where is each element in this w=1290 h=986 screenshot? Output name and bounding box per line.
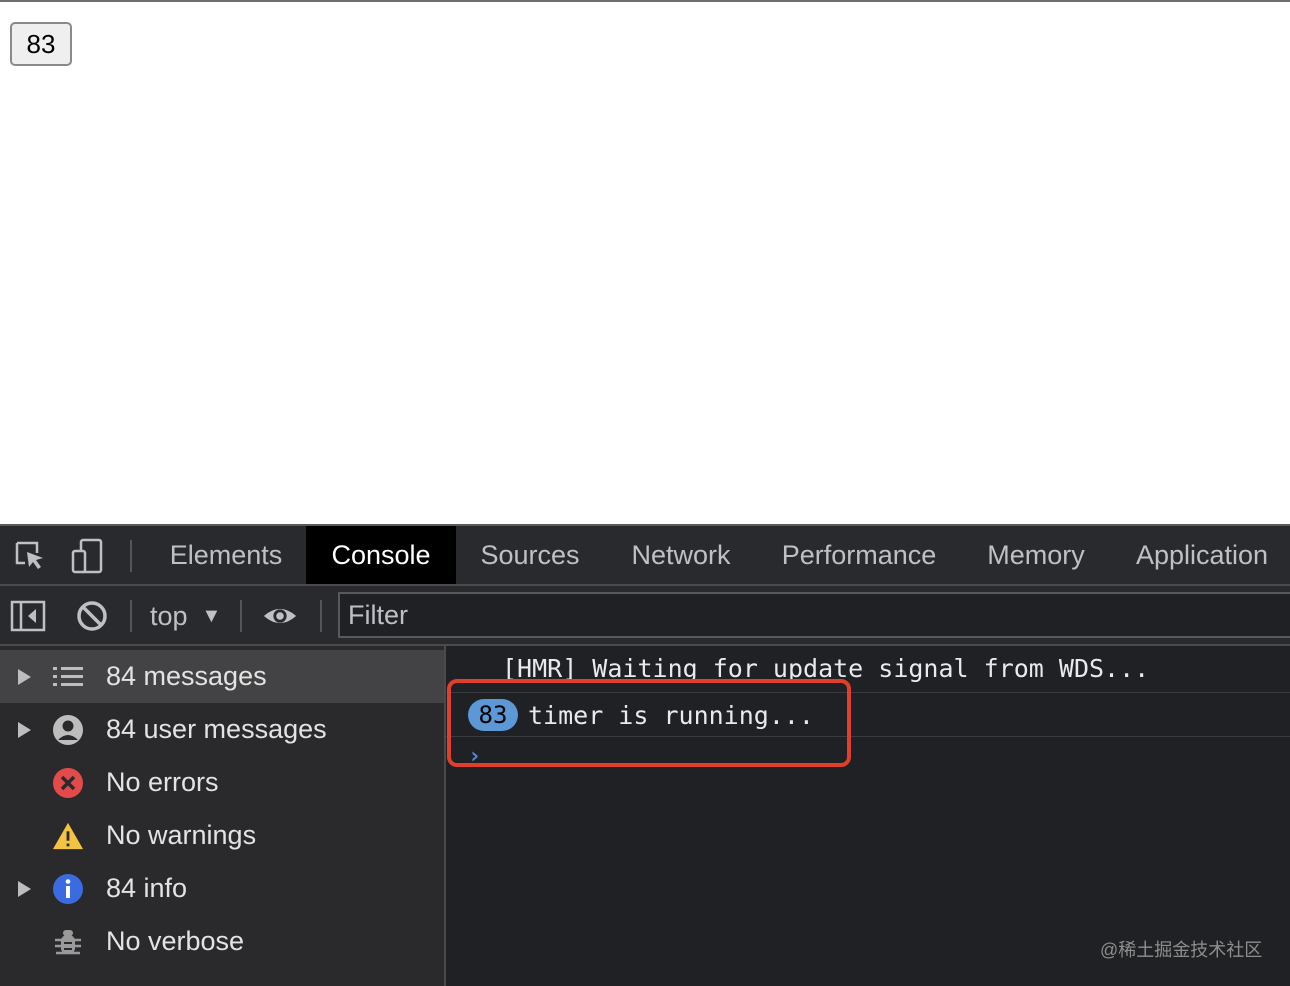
sidebar-item-label: No warnings — [106, 820, 257, 850]
bug-icon — [52, 926, 84, 958]
toolbar-divider — [130, 540, 132, 572]
expand-arrow-icon[interactable] — [18, 668, 31, 685]
toolbar-divider — [130, 600, 132, 632]
sidebar-item-info[interactable]: 84 info — [0, 862, 444, 915]
tab-application[interactable]: Application — [1114, 526, 1290, 584]
eye-icon[interactable] — [262, 598, 298, 634]
console-message-text: timer is running... — [528, 700, 814, 730]
console-output: [HMR] Waiting for update signal from WDS… — [446, 646, 1290, 986]
console-message-text: [HMR] Waiting for update signal from WDS… — [502, 654, 1150, 683]
tab-elements[interactable]: Elements — [148, 526, 304, 584]
sidebar-item-user-messages[interactable]: 84 user messages — [0, 703, 444, 756]
console-prompt-icon[interactable]: › — [468, 744, 481, 769]
sidebar-item-warnings[interactable]: No warnings — [0, 809, 444, 862]
watermark: @稀土掘金技术社区 — [1100, 940, 1263, 960]
console-message: 83 timer is running... — [446, 693, 1290, 737]
devtools-panel: Elements Console Sources Network Perform… — [0, 524, 1290, 986]
sidebar-item-verbose[interactable]: No verbose — [0, 915, 444, 968]
chevron-down-icon: ▼ — [201, 604, 222, 627]
sidebar-item-label: No verbose — [106, 926, 245, 956]
tab-sources[interactable]: Sources — [458, 526, 602, 584]
context-label: top — [150, 600, 188, 631]
tab-performance[interactable]: Performance — [760, 526, 958, 584]
toolbar-divider — [320, 600, 322, 632]
user-icon — [52, 714, 84, 746]
filter-input[interactable]: Filter — [338, 592, 1290, 638]
sidebar-item-errors[interactable]: No errors — [0, 756, 444, 809]
clear-console-icon[interactable] — [74, 598, 110, 634]
console-message: [HMR] Waiting for update signal from WDS… — [446, 646, 1290, 693]
list-icon — [52, 661, 84, 693]
inspect-element-icon[interactable] — [12, 538, 48, 574]
console-toolbar: top ▼ Filter — [0, 586, 1290, 646]
expand-arrow-icon[interactable] — [18, 880, 31, 897]
tab-network[interactable]: Network — [606, 526, 756, 584]
sidebar-item-messages[interactable]: 84 messages — [0, 650, 444, 703]
sidebar-item-label: No errors — [106, 767, 219, 797]
devtools-tabbar: Elements Console Sources Network Perform… — [0, 526, 1290, 586]
counter-button[interactable]: 83 — [10, 22, 72, 66]
warning-icon — [52, 820, 84, 852]
page-viewport: 83 — [0, 0, 1290, 524]
device-toolbar-icon[interactable] — [70, 538, 106, 574]
tab-memory[interactable]: Memory — [962, 526, 1110, 584]
toolbar-divider — [240, 600, 242, 632]
tab-console[interactable]: Console — [306, 526, 456, 584]
sidebar-item-label: 84 info — [106, 873, 188, 903]
sidebar-item-label: 84 user messages — [106, 714, 327, 744]
expand-arrow-icon[interactable] — [18, 721, 31, 738]
console-sidebar: 84 messages 84 user messages No errors N… — [0, 646, 446, 986]
error-icon — [52, 767, 84, 799]
sidebar-toggle-icon[interactable] — [10, 598, 46, 634]
repeat-count-badge: 83 — [468, 699, 518, 731]
info-icon — [52, 873, 84, 905]
sidebar-item-label: 84 messages — [106, 661, 267, 691]
context-selector[interactable]: top ▼ — [150, 596, 221, 636]
